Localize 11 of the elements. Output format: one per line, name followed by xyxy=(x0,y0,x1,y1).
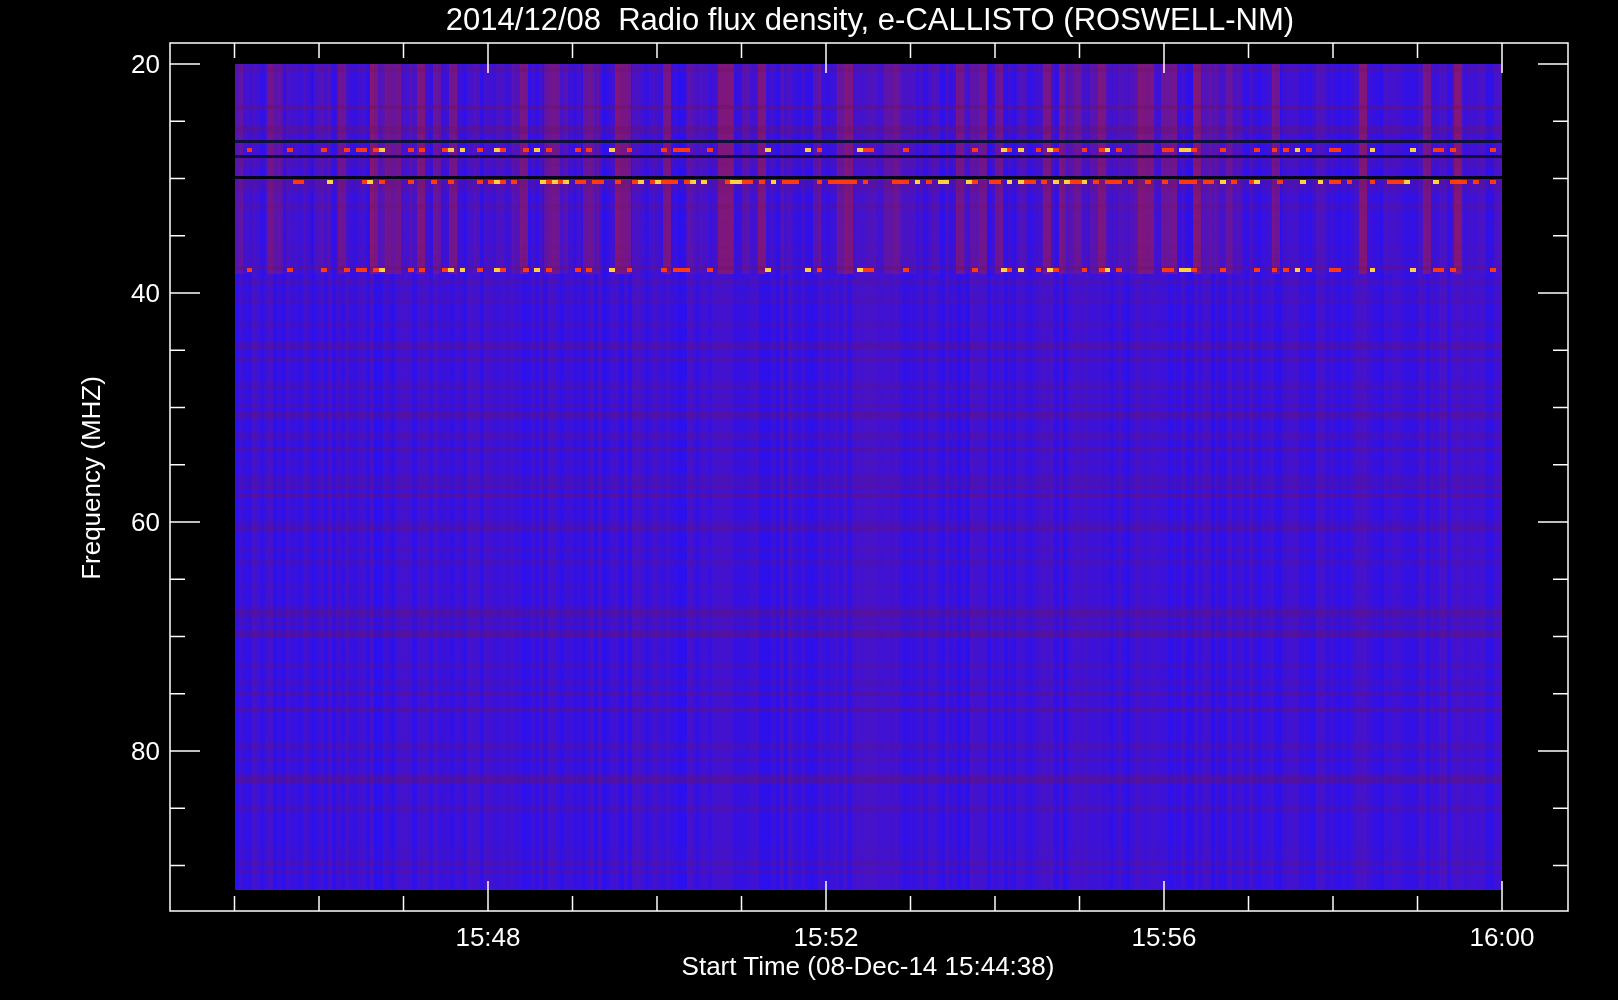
y-tick-label: 60 xyxy=(131,507,160,537)
x-tick-label: 15:48 xyxy=(455,922,521,952)
y-tick-label: 40 xyxy=(131,278,160,308)
x-axis-label: Start Time (08-Dec-14 15:44:38) xyxy=(681,951,1055,981)
y-tick-label: 20 xyxy=(131,49,160,79)
y-axis-label: Frequency (MHZ) xyxy=(76,376,106,580)
x-tick-label: 16:00 xyxy=(1469,922,1535,952)
chart-title: 2014/12/08 Radio flux density, e-CALLISTO (ROSWELL-NM) xyxy=(445,2,1295,37)
y-tick-label: 80 xyxy=(131,736,160,766)
x-tick-label: 15:52 xyxy=(793,922,859,952)
x-tick-label: 15:56 xyxy=(1131,922,1197,952)
